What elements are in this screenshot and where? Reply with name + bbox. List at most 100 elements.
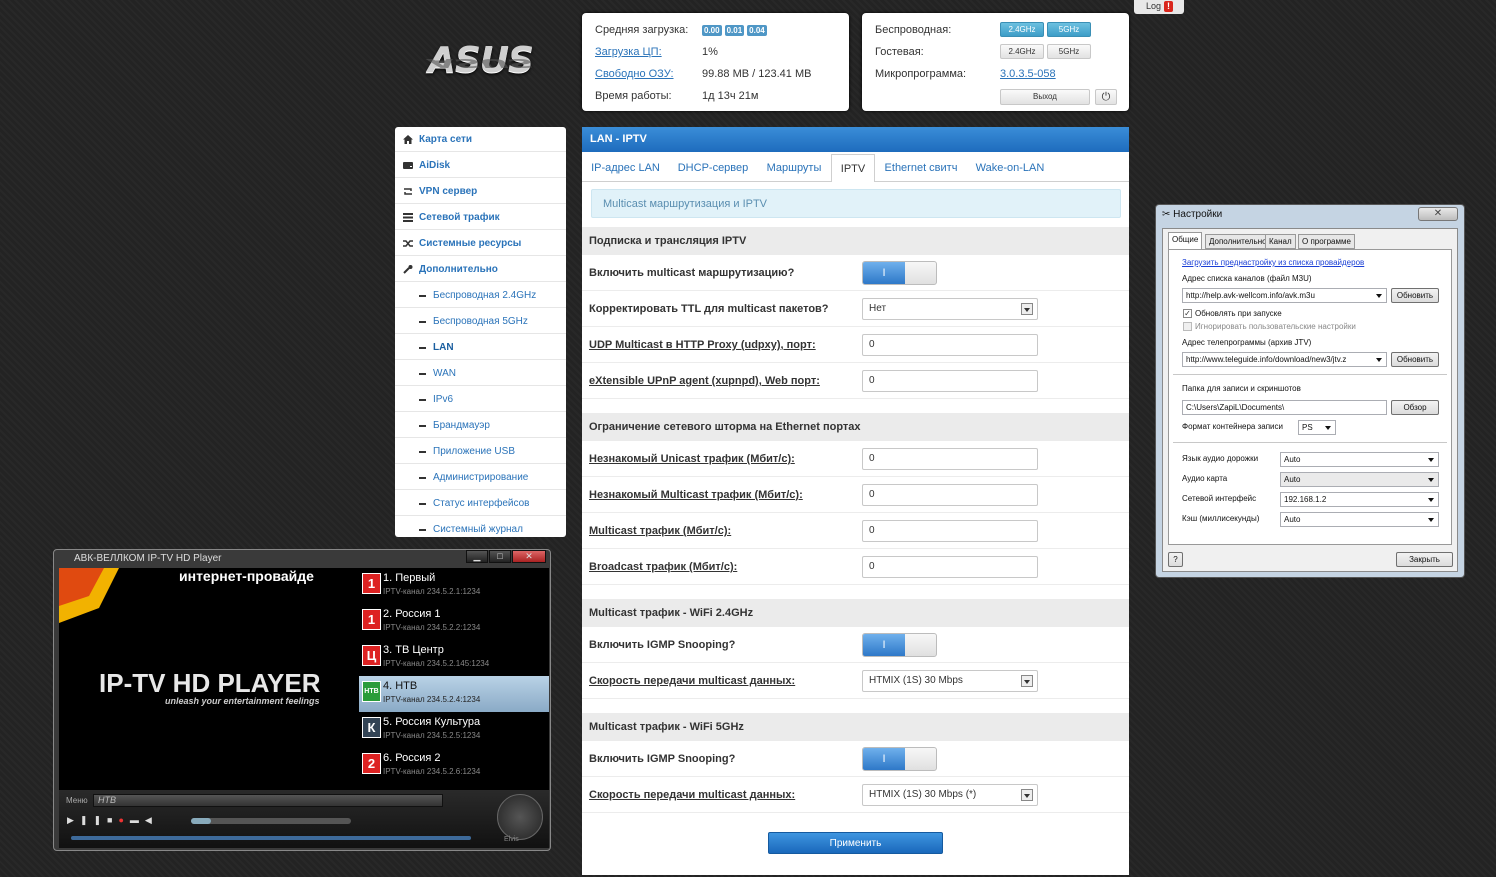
minimize-icon[interactable]: ▁: [466, 550, 488, 563]
main-content: LAN - IPTV IP-адрес LAN DHCP-сервер Марш…: [582, 127, 1129, 875]
stop-icon[interactable]: ■: [107, 815, 118, 825]
xupnpd-port-input[interactable]: 0: [862, 370, 1038, 392]
chevron-down-icon: [1021, 789, 1033, 801]
section-iptv-subscription: Подписка и трансляция IPTV: [582, 227, 1129, 255]
folder-icon[interactable]: ▬: [130, 815, 145, 825]
sidebar-label: VPN сервер: [419, 186, 478, 197]
tab-dhcp[interactable]: DHCP-сервер: [670, 154, 756, 182]
close-button[interactable]: Закрыть: [1396, 552, 1453, 567]
row-udpxy: UDP Multicast в HTTP Proxy (udpxy), порт…: [582, 327, 1129, 363]
preset-link[interactable]: Загрузить преднастройку из списка провай…: [1182, 258, 1364, 267]
tab-lan-ip[interactable]: IP-адрес LAN: [586, 154, 665, 182]
multicast-rate-24-select[interactable]: HTMIX (1S) 30 Mbps: [862, 670, 1038, 692]
chevron-down-icon: [1021, 675, 1033, 687]
m3u-url-select[interactable]: http://help.avk-wellcom.info/avk.m3u: [1182, 288, 1387, 303]
field-label: Скорость передачи multicast данных:: [589, 789, 796, 801]
guest-24ghz-button[interactable]: 2.4GHz: [1000, 44, 1044, 59]
broadcast-input[interactable]: 0: [862, 556, 1038, 578]
volume-icon[interactable]: ◀: [145, 815, 158, 825]
navigation-dial[interactable]: [497, 794, 543, 840]
ram-link[interactable]: Свободно ОЗУ:: [595, 68, 674, 80]
channel-item[interactable]: 1 2. Россия 1 IPTV-канал 234.5.2.2:1234: [359, 604, 549, 640]
audio-track-select[interactable]: Auto: [1280, 452, 1439, 467]
channel-item[interactable]: 1 1. Первый IPTV-канал 234.5.2.1:1234: [359, 568, 549, 604]
sidebar-item-lan[interactable]: LAN: [395, 335, 566, 360]
unknown-unicast-input[interactable]: 0: [862, 448, 1038, 470]
sidebar-item-network-map[interactable]: Карта сети: [395, 127, 566, 152]
logout-button[interactable]: Выход: [1000, 89, 1090, 105]
record-icon[interactable]: ●: [118, 815, 129, 825]
field-label: Включить IGMP Snooping?: [589, 639, 736, 651]
close-icon[interactable]: ✕: [1418, 207, 1458, 221]
update-on-start-checkbox[interactable]: ✓: [1183, 309, 1192, 318]
sidebar-item-usb-app[interactable]: Приложение USB: [395, 439, 566, 464]
container-select[interactable]: PS: [1298, 420, 1336, 435]
progress-bar[interactable]: [71, 836, 471, 840]
unknown-multicast-input[interactable]: 0: [862, 484, 1038, 506]
net-if-select[interactable]: 192.168.1.2: [1280, 492, 1439, 507]
refresh-epg-button[interactable]: Обновить: [1391, 352, 1439, 367]
multicast-routing-toggle[interactable]: I: [862, 261, 937, 285]
multicast-rate-5-select[interactable]: HTMIX (1S) 30 Mbps (*): [862, 784, 1038, 806]
help-button[interactable]: ?: [1168, 552, 1183, 567]
power-icon[interactable]: ⏻: [1095, 89, 1117, 105]
pause-icon[interactable]: ❚❚: [80, 815, 107, 825]
igmp-snooping-5-toggle[interactable]: I: [862, 747, 937, 771]
wireless-5ghz-button[interactable]: 5GHz: [1047, 22, 1091, 37]
log-button[interactable]: Log!: [1134, 0, 1184, 14]
guest-5ghz-button[interactable]: 5GHz: [1047, 44, 1091, 59]
wireless-24ghz-button[interactable]: 2.4GHz: [1000, 22, 1044, 37]
video-screen[interactable]: интернет-провайде IP-TV HD PLAYER unleas…: [59, 568, 549, 790]
tab-wake-on-lan[interactable]: Wake-on-LAN: [970, 154, 1050, 182]
cache-select[interactable]: Auto: [1280, 512, 1439, 527]
folder-input[interactable]: C:\Users\ZapiL\Documents\: [1182, 400, 1387, 415]
close-icon[interactable]: ✕: [512, 550, 546, 563]
channel-item-selected[interactable]: НТВ 4. НТВ IPTV-канал 234.5.2.4:1234: [359, 676, 549, 712]
tab-about[interactable]: О программе: [1298, 234, 1355, 249]
tab-iptv[interactable]: IPTV: [831, 154, 875, 182]
apply-button[interactable]: Применить: [768, 832, 943, 854]
channel-item[interactable]: 2 6. Россия 2 IPTV-канал 234.5.2.6:1234: [359, 748, 549, 784]
sidebar-item-system-log[interactable]: Системный журнал: [395, 517, 566, 542]
ttl-select[interactable]: Нет: [862, 298, 1038, 320]
sidebar-item-administration[interactable]: Администрирование: [395, 465, 566, 490]
sidebar-item-system-resources[interactable]: Системные ресурсы: [395, 231, 566, 256]
browse-button[interactable]: Обзор: [1391, 400, 1439, 415]
udpxy-port-input[interactable]: 0: [862, 334, 1038, 356]
sidebar-item-advanced[interactable]: Дополнительно: [395, 257, 566, 282]
tab-channel[interactable]: Канал: [1265, 234, 1296, 249]
maximize-icon[interactable]: □: [489, 550, 511, 563]
tab-ethernet-switch[interactable]: Ethernet свитч: [879, 154, 963, 182]
field-label: UDP Multicast в HTTP Proxy (udpxy), порт…: [589, 339, 816, 351]
ram-value: 99.88 MB / 123.41 MB: [702, 68, 812, 80]
channel-select[interactable]: НТВ: [93, 794, 443, 807]
sidebar-item-aidisk[interactable]: AiDisk: [395, 153, 566, 178]
sidebar-item-ipv6[interactable]: IPv6: [395, 387, 566, 412]
settings-title-bar: ✂ Настройки: [1162, 208, 1222, 222]
channel-address: IPTV-канал 234.5.2.1:1234: [383, 587, 481, 596]
sidebar-item-wireless-24[interactable]: Беспроводная 2.4GHz: [395, 283, 566, 308]
sidebar-item-wireless-5[interactable]: Беспроводная 5GHz: [395, 309, 566, 334]
channel-item[interactable]: Ц 3. ТВ Центр IPTV-канал 234.5.2.145:1234: [359, 640, 549, 676]
play-icon[interactable]: ▶: [67, 815, 80, 825]
refresh-m3u-button[interactable]: Обновить: [1391, 288, 1439, 303]
sidebar-item-wan[interactable]: WAN: [395, 361, 566, 386]
sidebar-item-firewall[interactable]: Брандмауэр: [395, 413, 566, 438]
sidebar-item-vpn[interactable]: VPN сервер: [395, 179, 566, 204]
tab-advanced[interactable]: Дополнительно: [1205, 234, 1271, 249]
sidebar-item-interface-status[interactable]: Статус интерфейсов: [395, 491, 566, 516]
audio-card-select[interactable]: Auto: [1280, 472, 1439, 487]
cpu-link[interactable]: Загрузка ЦП:: [595, 46, 662, 58]
tab-routes[interactable]: Маршруты: [762, 154, 826, 182]
info-note: Multicast маршрутизация и IPTV: [591, 189, 1121, 218]
igmp-snooping-24-toggle[interactable]: I: [862, 633, 937, 657]
tab-general[interactable]: Общие: [1168, 232, 1203, 250]
channel-item[interactable]: К 5. Россия Культура IPTV-канал 234.5.2.5:…: [359, 712, 549, 748]
multicast-input[interactable]: 0: [862, 520, 1038, 542]
sidebar-item-traffic[interactable]: Сетевой трафик: [395, 205, 566, 230]
firmware-link[interactable]: 3.0.3.5-058: [1000, 68, 1056, 80]
menu-button[interactable]: Меню: [66, 796, 88, 805]
field-label: Корректировать TTL для multicast пакетов…: [589, 303, 829, 315]
epg-url-select[interactable]: http://www.teleguide.info/download/new3/…: [1182, 352, 1387, 367]
volume-slider[interactable]: [191, 818, 351, 824]
